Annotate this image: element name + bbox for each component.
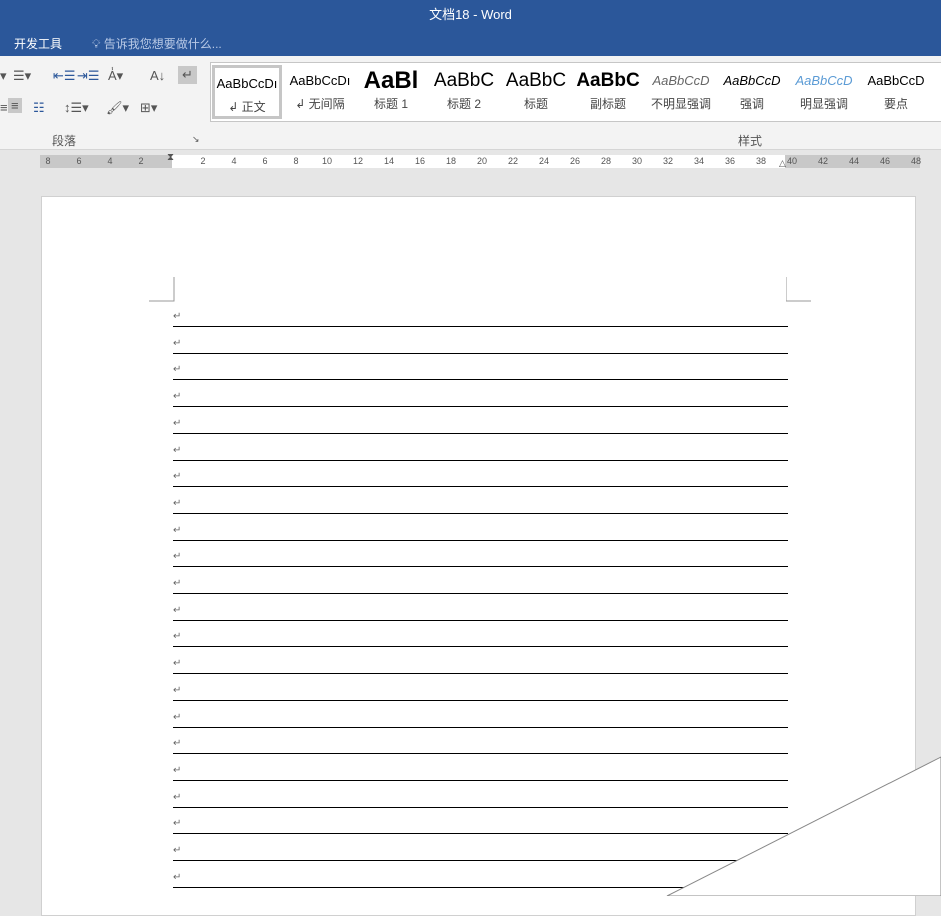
page-curl-overlay [666, 756, 941, 896]
